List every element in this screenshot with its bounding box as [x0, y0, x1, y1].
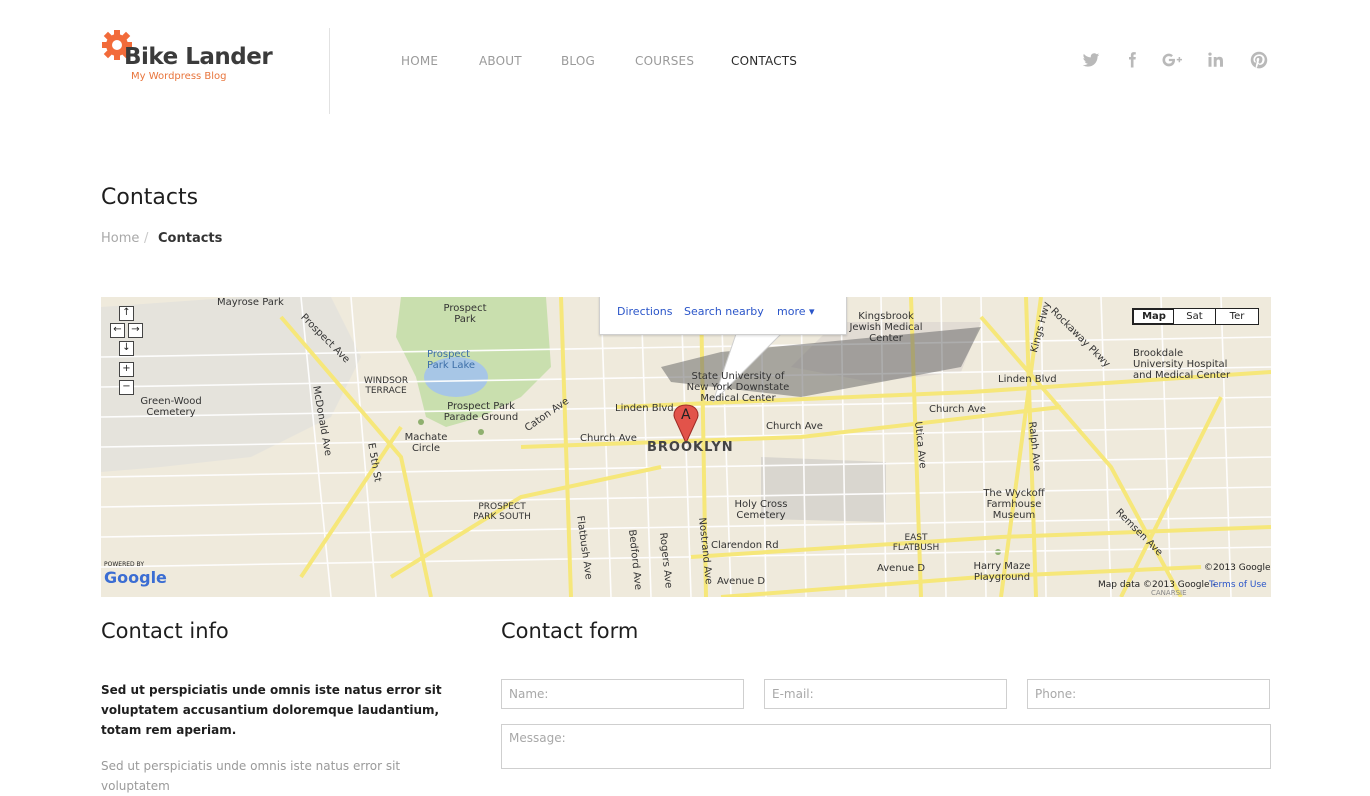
pinterest-icon[interactable] — [1248, 49, 1270, 71]
map-label-prospect-park-south: PROSPECT PARK SOUTH — [473, 502, 531, 522]
map-type-ter[interactable]: Ter — [1215, 308, 1259, 325]
nav-item-courses[interactable]: COURSES — [635, 54, 694, 68]
contact-form-heading: Contact form — [501, 619, 639, 643]
contact-info-heading: Contact info — [101, 619, 229, 643]
pan-up-button[interactable]: ↑ — [119, 306, 134, 321]
site-subtitle: My Wordpress Blog — [131, 71, 227, 82]
map-label-suny: State University of New York Downstate M… — [686, 371, 790, 404]
facebook-icon[interactable] — [1121, 49, 1143, 71]
map-label-linden-blvd-2: Linden Blvd — [998, 374, 1057, 385]
map-label-avenue-d-1: Avenue D — [717, 576, 766, 587]
more-label[interactable]: more — [777, 305, 806, 318]
google-logo[interactable]: Google — [104, 568, 167, 587]
breadcrumb-separator: / — [144, 231, 149, 246]
map-label-church-ave-1: Church Ave — [580, 433, 637, 444]
marker-label[interactable]: A — [681, 407, 691, 423]
contact-info-intro: Sed ut perspiciatis unde omnis iste natu… — [101, 683, 442, 737]
pan-down-button[interactable]: ↓ — [119, 341, 134, 356]
map-label-prospect-park-lake: Prospect Park Lake — [427, 349, 476, 371]
contact-info-text: Sed ut perspiciatis unde omnis iste natu… — [101, 759, 401, 793]
message-field[interactable] — [501, 724, 1271, 769]
email-field[interactable] — [764, 679, 1007, 709]
pan-right-button[interactable]: → — [128, 323, 143, 338]
powered-by-label: POWERED BY — [104, 561, 145, 568]
nav-item-home[interactable]: HOME — [401, 54, 438, 68]
terms-of-use-link[interactable]: Terms of Use — [1209, 580, 1267, 590]
map-label-linden-blvd-1: Linden Blvd — [615, 403, 674, 414]
map-type-sat[interactable]: Sat — [1173, 308, 1216, 325]
google-plus-icon[interactable] — [1162, 49, 1184, 71]
map-label-brooklyn: BROOKLYN — [647, 440, 734, 455]
linkedin-icon[interactable] — [1205, 49, 1227, 71]
nav-item-contacts[interactable]: CONTACTS — [731, 54, 797, 68]
zoom-out-button[interactable]: − — [119, 380, 134, 395]
nav-item-blog[interactable]: BLOG — [561, 54, 595, 68]
more-link[interactable]: more ▾ — [777, 305, 815, 318]
name-field[interactable] — [501, 679, 744, 709]
nav-item-about[interactable]: ABOUT — [479, 54, 522, 68]
pan-left-button[interactable]: ← — [110, 323, 125, 338]
map-label-machate: Machate Circle — [404, 432, 448, 454]
map-label-east-flatbush: EAST FLATBUSH — [892, 533, 940, 553]
map-label-parade-ground: Prospect Park Parade Ground — [443, 401, 519, 423]
map-label-avenue-d-2: Avenue D — [877, 563, 926, 574]
map-label-canarsie: CANARSIE — [1151, 589, 1187, 597]
map-label-harry-maze: Harry Maze Playground — [973, 561, 1031, 583]
phone-field[interactable] — [1027, 679, 1270, 709]
header-divider — [329, 28, 330, 114]
zoom-in-button[interactable]: + — [119, 362, 134, 377]
map-info-bubble: Directions Search nearby more ▾ — [599, 297, 847, 335]
directions-link[interactable]: Directions — [617, 305, 672, 318]
map-label-prospect-park: Prospect Park — [443, 303, 487, 325]
map-label-holy-cross: Holy Cross Cemetery — [734, 499, 788, 521]
map-type-map[interactable]: Map — [1132, 308, 1176, 325]
map-label-church-ave-3: Church Ave — [929, 404, 986, 415]
page-title: Contacts — [101, 185, 199, 210]
map-label-kingsbrook: Kingsbrook Jewish Medical Center — [849, 311, 923, 344]
site-title[interactable]: Bike Lander — [124, 44, 273, 70]
map-label-clarendon-rd: Clarendon Rd — [711, 540, 779, 551]
map-copyright: ©2013 Google - — [1204, 563, 1271, 573]
map-label-church-ave-2: Church Ave — [766, 421, 823, 432]
map-label-brookdale: Brookdale University Hospital and Medica… — [1133, 348, 1231, 381]
map-label-mayrose: Mayrose Park — [217, 297, 284, 308]
map-label-green-wood: Green-Wood Cemetery — [140, 396, 202, 418]
map-label-windsor-terrace: WINDSOR TERRACE — [363, 376, 409, 396]
google-map[interactable]: A ↑ ← → ↓ + − Map Sat Ter Directions Sea… — [101, 297, 1271, 597]
twitter-icon[interactable] — [1080, 49, 1102, 71]
map-label-wyckoff: The Wyckoff Farmhouse Museum — [983, 488, 1045, 521]
search-nearby-link[interactable]: Search nearby — [684, 305, 764, 318]
breadcrumb-home-link[interactable]: Home — [101, 231, 139, 246]
breadcrumb-current: Contacts — [158, 231, 223, 246]
